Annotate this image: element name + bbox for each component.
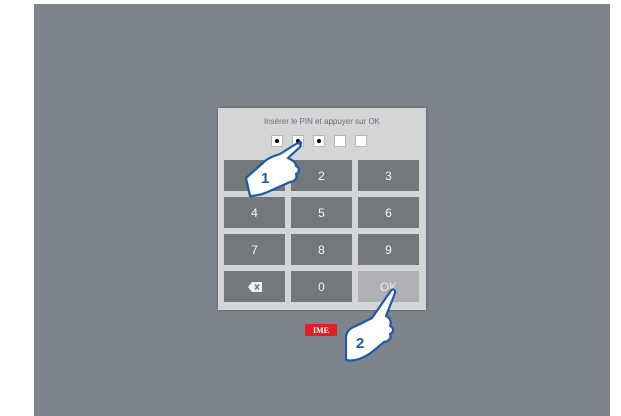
key-9[interactable]: 9 [358, 234, 419, 265]
pin-box-5 [355, 135, 367, 147]
key-8[interactable]: 8 [291, 234, 352, 265]
pointing-hand-icon: 1 [244, 140, 303, 198]
pin-box-4 [334, 135, 346, 147]
key-6[interactable]: 6 [358, 197, 419, 228]
backspace-icon [247, 281, 262, 292]
ime-logo: IME [305, 324, 337, 336]
pin-dot [317, 139, 321, 143]
pin-prompt: Insérer le PIN et appuyer sur OK [263, 117, 381, 126]
key-3[interactable]: 3 [358, 160, 419, 191]
backspace-button[interactable] [224, 271, 285, 302]
annotation-step-2: 2 [356, 335, 364, 352]
annotation-step-1: 1 [261, 170, 269, 187]
pin-box-3 [313, 135, 325, 147]
key-7[interactable]: 7 [224, 234, 285, 265]
pointing-hand-icon: 2 [344, 288, 397, 362]
